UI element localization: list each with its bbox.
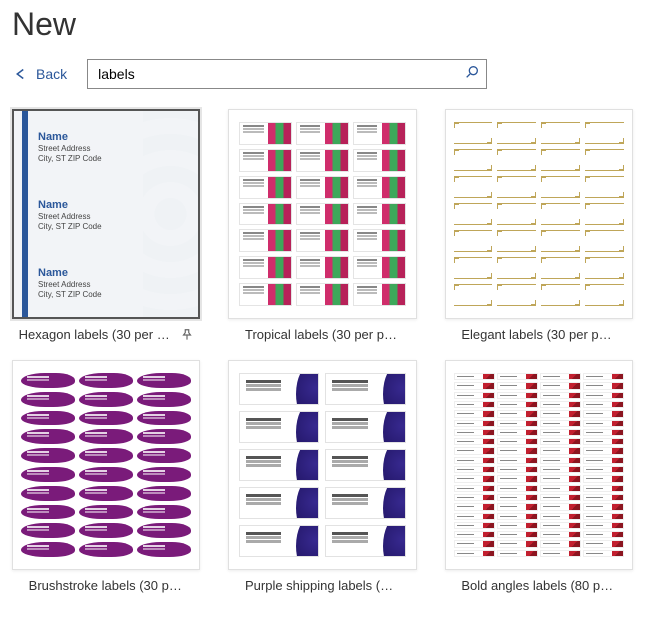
caption-row: Brushstroke labels (30 per... [12,570,200,593]
label-name: Name [38,131,102,143]
template-thumbnail: document.write(Array(80).fill('<div clas… [445,360,633,570]
template-thumbnail [228,109,416,319]
templates-grid: Name Street Address City, ST ZIP Code Na… [12,109,637,593]
template-bold-angles[interactable]: document.write(Array(80).fill('<div clas… [445,360,633,593]
label-line: Street Address [38,280,102,289]
label-line: City, ST ZIP Code [38,290,102,299]
caption-row: Hexagon labels (30 per pa... [12,319,200,342]
caption-row: Bold angles labels (80 per... [445,570,633,593]
template-thumbnail [228,360,416,570]
label-line: City, ST ZIP Code [38,154,102,163]
template-elegant[interactable]: Elegant labels (30 per page) [445,109,633,342]
template-caption: Elegant labels (30 per page) [461,327,616,342]
template-brushstroke[interactable]: Brushstroke labels (30 per... [12,360,200,593]
nav-row: Back [12,59,637,89]
label-line: Street Address [38,212,102,221]
search-icon[interactable] [464,64,480,85]
back-arrow-icon [12,65,30,83]
template-thumbnail [445,109,633,319]
back-label: Back [36,66,67,82]
label-line: Street Address [38,144,102,153]
template-tropical[interactable]: Tropical labels (30 per page) [228,109,416,342]
label-line: City, ST ZIP Code [38,222,102,231]
template-caption: Brushstroke labels (30 per... [29,578,184,593]
template-hexagon[interactable]: Name Street Address City, ST ZIP Code Na… [12,109,200,342]
template-caption: Tropical labels (30 per page) [245,327,400,342]
caption-row: Purple shipping labels (10... [228,570,416,593]
search-input[interactable] [94,62,464,86]
page-title: New [12,0,637,59]
caption-row: Tropical labels (30 per page) [228,319,416,342]
template-caption: Purple shipping labels (10... [245,578,400,593]
template-caption: Hexagon labels (30 per pa... [19,327,174,342]
template-caption: Bold angles labels (80 per... [461,578,616,593]
template-thumbnail: Name Street Address City, ST ZIP Code Na… [12,109,200,319]
back-button[interactable]: Back [12,65,79,83]
template-purple-shipping[interactable]: Purple shipping labels (10... [228,360,416,593]
caption-row: Elegant labels (30 per page) [445,319,633,342]
label-name: Name [38,199,102,211]
label-name: Name [38,267,102,279]
template-thumbnail [12,360,200,570]
search-box[interactable] [87,59,487,89]
pin-icon[interactable] [180,328,194,342]
